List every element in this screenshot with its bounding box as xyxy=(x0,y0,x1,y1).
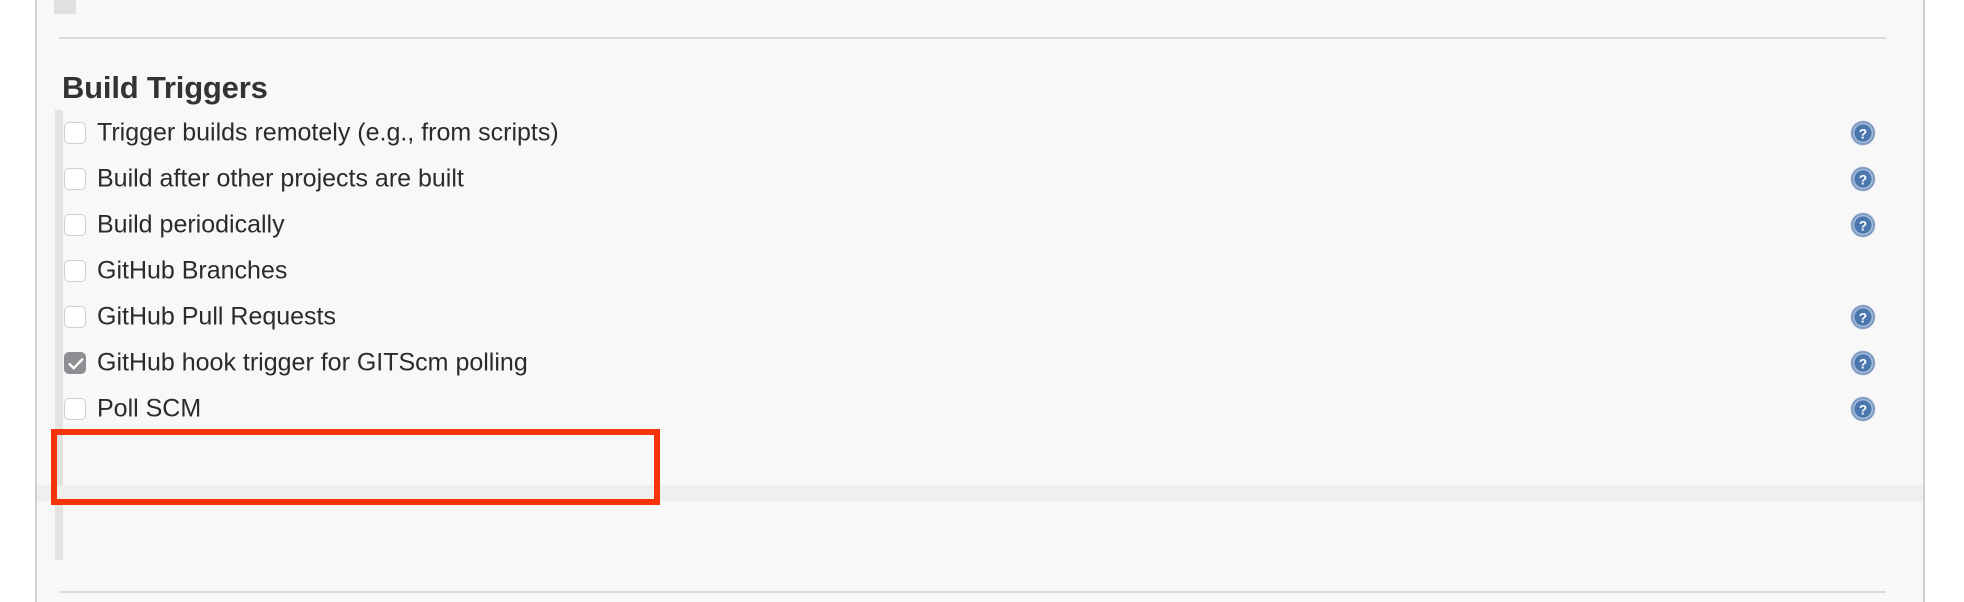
checkbox-unchecked[interactable] xyxy=(64,260,86,282)
trigger-row[interactable]: GitHub Pull Requests? xyxy=(37,294,1923,340)
page-root: Build Triggers Trigger builds remotely (… xyxy=(0,0,1964,602)
checkbox-unchecked[interactable] xyxy=(64,168,86,190)
build-triggers-list: Trigger builds remotely (e.g., from scri… xyxy=(37,110,1923,432)
advanced-section-band xyxy=(37,485,1923,502)
help-question-icon[interactable]: ? xyxy=(1850,350,1876,376)
help-question-icon[interactable]: ? xyxy=(1850,166,1876,192)
help-question-icon[interactable]: ? xyxy=(1850,396,1876,422)
page-title: Build Triggers xyxy=(62,69,268,105)
section-bottom-divider xyxy=(59,591,1886,593)
svg-text:?: ? xyxy=(1859,126,1867,141)
trigger-label[interactable]: Trigger builds remotely (e.g., from scri… xyxy=(97,120,559,146)
checkbox-checked[interactable] xyxy=(64,352,86,374)
svg-text:?: ? xyxy=(1859,172,1867,187)
checkbox-box[interactable] xyxy=(64,306,86,328)
trigger-label[interactable]: Poll SCM xyxy=(97,396,201,422)
checkbox-box[interactable] xyxy=(64,214,86,236)
trigger-label[interactable]: GitHub Branches xyxy=(97,258,287,284)
trigger-row[interactable]: GitHub Branches xyxy=(37,248,1923,294)
trigger-row[interactable]: GitHub hook trigger for GITScm polling? xyxy=(37,340,1923,386)
help-question-icon[interactable]: ? xyxy=(1850,304,1876,330)
help-question-icon[interactable]: ? xyxy=(1850,120,1876,146)
top-fragment-block xyxy=(54,0,76,14)
help-question-icon[interactable]: ? xyxy=(1850,212,1876,238)
svg-text:?: ? xyxy=(1859,356,1867,371)
checkbox-box[interactable] xyxy=(64,398,86,420)
trigger-row[interactable]: Poll SCM? xyxy=(37,386,1923,432)
config-panel: Build Triggers Trigger builds remotely (… xyxy=(35,0,1925,602)
checkbox-unchecked[interactable] xyxy=(64,398,86,420)
checkbox-box[interactable] xyxy=(64,260,86,282)
trigger-label[interactable]: GitHub hook trigger for GITScm polling xyxy=(97,350,528,376)
svg-text:?: ? xyxy=(1859,218,1867,233)
trigger-row[interactable]: Trigger builds remotely (e.g., from scri… xyxy=(37,110,1923,156)
trigger-row[interactable]: Build periodically? xyxy=(37,202,1923,248)
checkbox-unchecked[interactable] xyxy=(64,306,86,328)
section-top-divider xyxy=(59,37,1886,39)
checkbox-box[interactable] xyxy=(64,122,86,144)
svg-text:?: ? xyxy=(1859,402,1867,417)
svg-text:?: ? xyxy=(1859,310,1867,325)
checkbox-unchecked[interactable] xyxy=(64,122,86,144)
trigger-label[interactable]: Build periodically xyxy=(97,212,285,238)
checkbox-box[interactable] xyxy=(64,168,86,190)
trigger-label[interactable]: GitHub Pull Requests xyxy=(97,304,336,330)
checkbox-box[interactable] xyxy=(64,352,86,374)
trigger-label[interactable]: Build after other projects are built xyxy=(97,166,464,192)
checkbox-unchecked[interactable] xyxy=(64,214,86,236)
trigger-row[interactable]: Build after other projects are built? xyxy=(37,156,1923,202)
